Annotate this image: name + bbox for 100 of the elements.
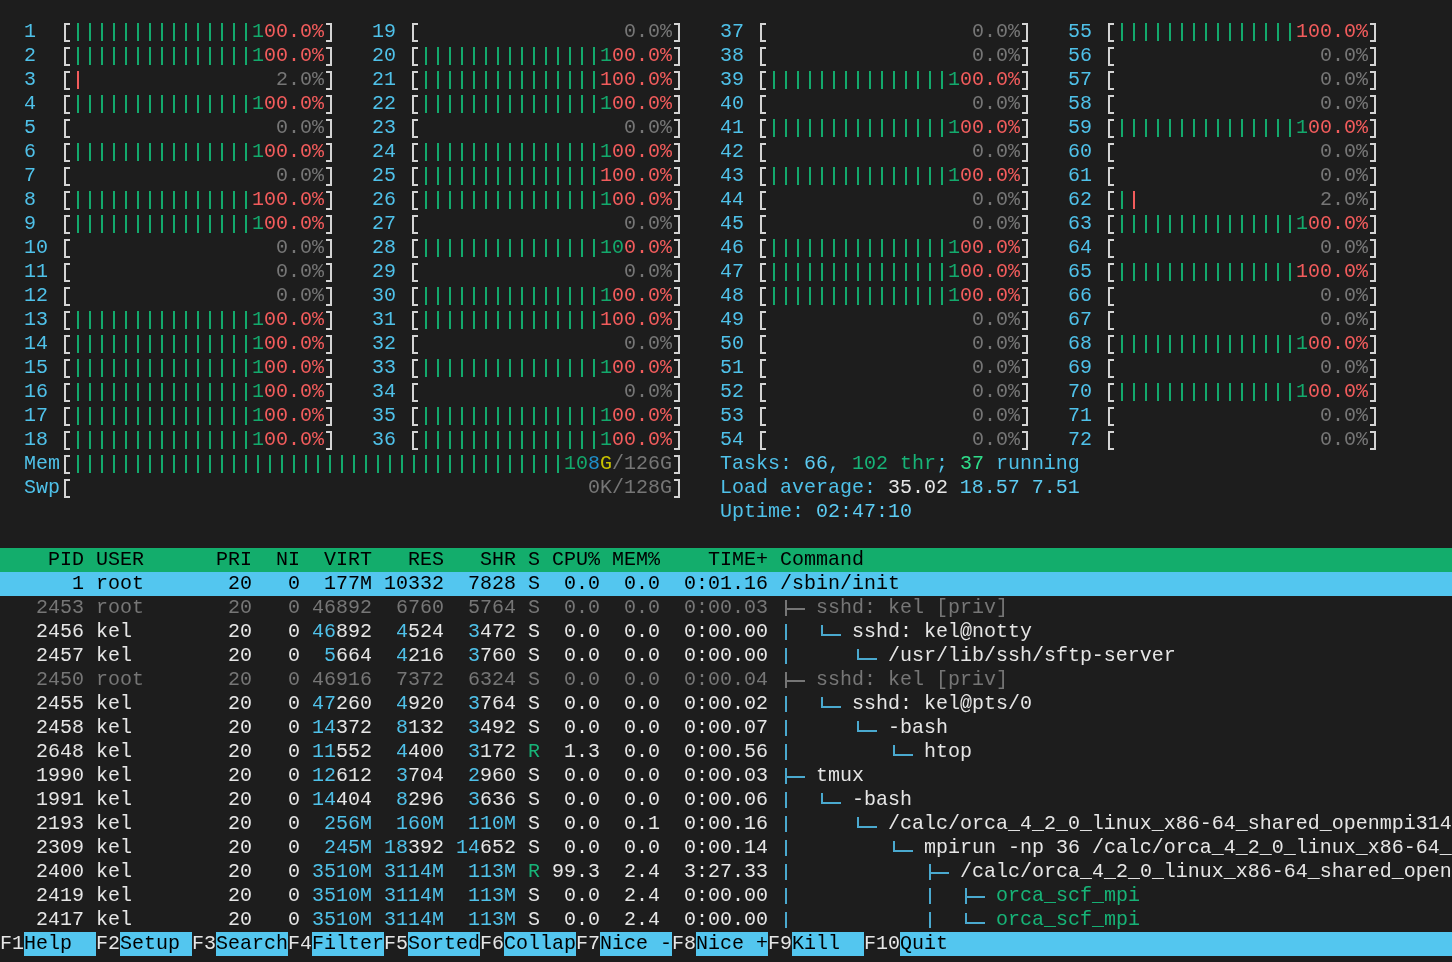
process-row[interactable]: 2648 kel 20 0 11552 4400 3172 R 1.3 0.0 0:00.56 htop: [0, 740, 1452, 764]
meter-value: 0.0%: [1320, 284, 1368, 308]
column-header[interactable]: PID: [48, 548, 84, 572]
process-row[interactable]: 2456 kel 20 0 46892 4524 3472 S 0.0 0.0 0:00.00 sshd: kel@notty: [0, 620, 1452, 644]
table-cell: S: [528, 788, 540, 812]
table-cell: 8296: [396, 788, 444, 812]
function-key-button[interactable]: F10Quit: [864, 932, 972, 956]
meter-value: 100.0%: [600, 236, 672, 260]
function-key-button[interactable]: F8Nice +: [672, 932, 768, 956]
column-header[interactable]: NI: [276, 548, 300, 572]
table-cell: 1991: [36, 788, 84, 812]
function-key-button[interactable]: F4Filter: [288, 932, 384, 956]
cpu-label: 14: [24, 332, 48, 356]
table-cell: 2419: [36, 884, 84, 908]
table-cell: 6760: [396, 596, 444, 620]
meter-label: Swp: [24, 476, 60, 500]
meter-value: 100.0%: [600, 404, 672, 428]
table-cell: 14652: [456, 836, 516, 860]
column-header[interactable]: PRI: [216, 548, 252, 572]
table-cell: 1: [72, 572, 84, 596]
column-header[interactable]: USER: [96, 548, 144, 572]
table-cell: root: [96, 596, 144, 620]
cpu-label: 22: [372, 92, 396, 116]
table-cell: kel: [96, 644, 132, 668]
process-row[interactable]: 2455 kel 20 0 47260 4920 3764 S 0.0 0.0 0:00.02 sshd: kel@pts/0: [0, 692, 1452, 716]
tree-line-icon: [929, 888, 931, 904]
table-cell: 1990: [36, 764, 84, 788]
process-row[interactable]: 2309 kel 20 0 245M 18392 14652 S 0.0 0.0 0:00.14 mpirun -np 36 /calc/orca_4_2_0_linux_x86-64_: [0, 836, 1452, 860]
column-header[interactable]: SHR: [480, 548, 516, 572]
process-row[interactable]: 2400 kel 20 0 3510M 3114M 113M R 99.3 2.4 3:27.33 /calc/orca_4_2_0_linux_x86-64_shared_open: [0, 860, 1452, 884]
process-row[interactable]: 1991 kel 20 0 14404 8296 3636 S 0.0 0.0 0:00.06 -bash: [0, 788, 1452, 812]
table-cell: 0: [288, 716, 300, 740]
table-cell: 3472: [468, 620, 516, 644]
process-row[interactable]: 2417 kel 20 0 3510M 3114M 113M S 0.0 2.4 0:00.00 orca_scf_mpi: [0, 908, 1452, 932]
column-header[interactable]: MEM%: [612, 548, 660, 572]
function-key-button[interactable]: F7Nice -: [576, 932, 672, 956]
table-cell: 20: [228, 812, 252, 836]
table-cell: 20: [228, 644, 252, 668]
process-row[interactable]: 1 root 20 0 177M 10332 7828 S 0.0 0.0 0:01.16 /sbin/init: [0, 572, 1452, 596]
column-header[interactable]: S: [528, 548, 540, 572]
function-key-button[interactable]: F2Setup: [96, 932, 192, 956]
command-text: /calc/orca_4_2_0_linux_x86-64_shared_open: [960, 860, 1452, 884]
table-cell: 0.0: [624, 716, 660, 740]
meter-value: 2.0%: [276, 68, 324, 92]
meter-value: 0.0%: [1320, 140, 1368, 164]
cpu-label: 53: [720, 404, 744, 428]
column-header[interactable]: VIRT: [324, 548, 372, 572]
process-row[interactable]: 2457 kel 20 0 5664 4216 3760 S 0.0 0.0 0:00.00 /usr/lib/ssh/sftp-server: [0, 644, 1452, 668]
meter-value: 2.0%: [1320, 188, 1368, 212]
tree-line-icon: [785, 624, 787, 640]
cpu-label: 15: [24, 356, 48, 380]
cpu-label: 10: [24, 236, 48, 260]
process-row[interactable]: 2419 kel 20 0 3510M 3114M 113M S 0.0 2.4 0:00.00 orca_scf_mpi: [0, 884, 1452, 908]
column-header[interactable]: TIME+: [708, 548, 768, 572]
function-key-button[interactable]: F5Sorted: [384, 932, 480, 956]
meter-value: 0.0%: [1320, 44, 1368, 68]
meter-value: 0.0%: [972, 20, 1020, 44]
process-row[interactable]: 2193 kel 20 0 256M 160M 110M S 0.0 0.1 0:00.16 /calc/orca_4_2_0_linux_x86-64_shared_openmpi314: [0, 812, 1452, 836]
process-row[interactable]: 2450 root 20 0 46916 7372 6324 S 0.0 0.0 0:00.04 sshd: kel [priv]: [0, 668, 1452, 692]
function-key-button[interactable]: F6Collap: [480, 932, 576, 956]
command-text: -bash: [888, 716, 948, 740]
cpu-label: 45: [720, 212, 744, 236]
command-text: mpirun -np 36 /calc/orca_4_2_0_linux_x86-64_: [924, 836, 1452, 860]
column-header[interactable]: CPU%: [552, 548, 600, 572]
process-row[interactable]: 1990 kel 20 0 12612 3704 2960 S 0.0 0.0 0:00.03 tmux: [0, 764, 1452, 788]
cpu-label: 59: [1068, 116, 1092, 140]
table-cell: 0:00.04: [684, 668, 768, 692]
meter-value: 0.0%: [276, 260, 324, 284]
meter-value: 0K/128G: [588, 476, 672, 500]
function-key-button[interactable]: F3Search: [192, 932, 288, 956]
command-text: sshd: kel [priv]: [816, 668, 1008, 692]
process-row[interactable]: 2458 kel 20 0 14372 8132 3492 S 0.0 0.0 0:00.07 -bash: [0, 716, 1452, 740]
table-cell: 5664: [324, 644, 372, 668]
table-cell: 0.0: [564, 788, 600, 812]
meter-value: 0.0%: [1320, 236, 1368, 260]
meter-value: 100.0%: [948, 116, 1020, 140]
cpu-label: 39: [720, 68, 744, 92]
tree-line-icon: [785, 744, 787, 760]
table-cell: 0: [288, 620, 300, 644]
cpu-label: 5: [24, 116, 36, 140]
table-cell: 20: [228, 716, 252, 740]
meter-value: 0.0%: [276, 116, 324, 140]
meter-value: 100.0%: [1296, 332, 1368, 356]
table-cell: 0.0: [624, 668, 660, 692]
cpu-label: 62: [1068, 188, 1092, 212]
cpu-label: 57: [1068, 68, 1092, 92]
cpu-label: 63: [1068, 212, 1092, 236]
function-key-button[interactable]: F9Kill: [768, 932, 864, 956]
table-cell: 2960: [468, 764, 516, 788]
meter-value: 100.0%: [600, 356, 672, 380]
process-row[interactable]: 2453 root 20 0 46892 6760 5764 S 0.0 0.0 0:00.03 sshd: kel [priv]: [0, 596, 1452, 620]
column-header[interactable]: RES: [408, 548, 444, 572]
meter-value: 0.0%: [1320, 92, 1368, 116]
column-header[interactable]: Command: [780, 548, 864, 572]
summary-text: Uptime: 02:47:10: [720, 500, 912, 524]
function-key-button[interactable]: F1Help: [0, 932, 96, 956]
table-cell: 0.0: [624, 572, 660, 596]
table-cell: 20: [228, 572, 252, 596]
cpu-label: 52: [720, 380, 744, 404]
meter-value: 100.0%: [252, 212, 324, 236]
